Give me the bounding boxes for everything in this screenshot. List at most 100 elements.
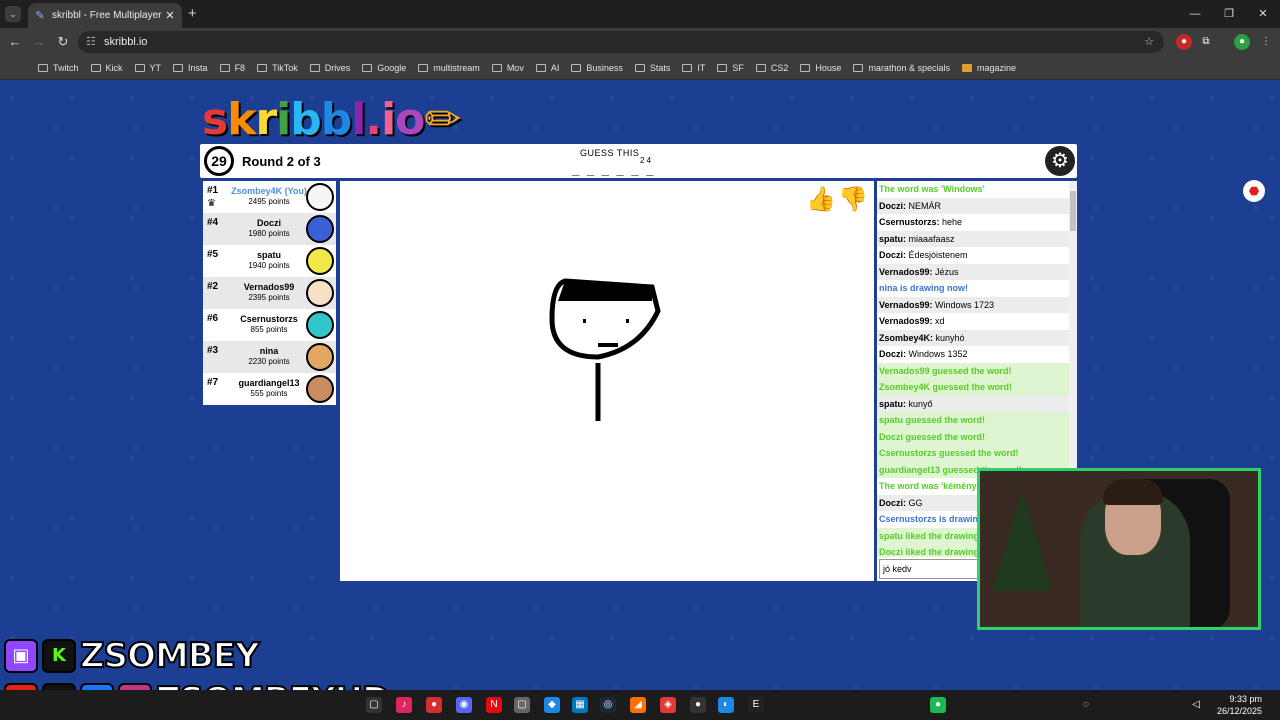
- bookmark-cs2[interactable]: CS2: [750, 58, 795, 78]
- taskbar-app-icon[interactable]: ●: [426, 697, 442, 713]
- minimize-icon[interactable]: —: [1178, 0, 1212, 28]
- bookmark-it[interactable]: IT: [676, 58, 711, 78]
- taskbar-clock[interactable]: 9:33 pm 26/12/2025: [1217, 693, 1262, 717]
- bookmark-label: Twitch: [53, 62, 79, 73]
- player-rank: #4: [207, 217, 219, 228]
- back-icon[interactable]: ←: [4, 34, 26, 49]
- url-text: skribbl.io: [104, 36, 148, 48]
- reload-icon[interactable]: ↻: [52, 34, 74, 50]
- netflix-icon[interactable]: N: [486, 697, 502, 713]
- folder-icon: [173, 63, 184, 72]
- player-list: #1 ♛ Zsombey4K (You) 2495 points #4 Docz…: [203, 181, 336, 405]
- bookmark-tiktok[interactable]: TikTok: [251, 58, 304, 78]
- bookmark-insta[interactable]: Insta: [167, 58, 214, 78]
- bookmark-ai[interactable]: AI: [530, 58, 566, 78]
- bookmark-marathon[interactable]: marathon & specials: [847, 58, 956, 78]
- chat-text: kunyő: [906, 398, 933, 409]
- taskbar-app-icon[interactable]: ▢: [514, 697, 530, 713]
- taskbar-app-icon[interactable]: ◢: [630, 697, 646, 713]
- chat-message: The word was 'Windows': [879, 184, 985, 194]
- chat-text: Jézus: [932, 266, 959, 277]
- taskbar-app-icon[interactable]: ◐: [718, 697, 734, 713]
- chat-text: miaaafaasz: [906, 233, 955, 244]
- kick-icon: K: [42, 639, 76, 673]
- bookmark-twitch[interactable]: Twitch: [32, 58, 85, 78]
- bookmark-mov[interactable]: Mov: [486, 58, 530, 78]
- close-tab-icon[interactable]: ✕: [164, 9, 176, 22]
- player-rank: #7: [207, 377, 219, 388]
- chat-message: Doczi: Édesjóistenem: [877, 247, 1069, 264]
- extension-icon[interactable]: ●: [1176, 34, 1192, 50]
- profile-avatar-icon[interactable]: ●: [1234, 34, 1250, 50]
- player-row[interactable]: #3 nina 2230 points: [203, 341, 336, 373]
- bookmark-magazine[interactable]: magazine: [956, 58, 1022, 78]
- tab-skribbl[interactable]: ✎ skribbl - Free Multiplayer Drawing ✕: [28, 3, 182, 28]
- volume-icon[interactable]: ◁: [1188, 697, 1204, 713]
- taskbar-app-icon[interactable]: ●: [690, 697, 706, 713]
- bookmark-sf[interactable]: SF: [711, 58, 750, 78]
- menu-icon[interactable]: ⋮: [1258, 34, 1274, 50]
- bookmark-google[interactable]: Google: [356, 58, 412, 78]
- bookmark-f8[interactable]: F8: [214, 58, 252, 78]
- folder-icon: [682, 63, 693, 72]
- player-row[interactable]: #7 guardiangel13 555 points: [203, 373, 336, 405]
- chat-text: Windows 1352: [906, 349, 968, 359]
- player-row[interactable]: #1 ♛ Zsombey4K (You) 2495 points: [203, 181, 336, 213]
- avatar: [306, 215, 334, 243]
- chat-message: spatu: miaaafaasz: [877, 230, 1069, 247]
- chat-message: spatu: kunyő: [877, 395, 1069, 412]
- player-rank: #3: [207, 345, 219, 356]
- bookmark-label: Business: [586, 62, 623, 73]
- bookmark-kick[interactable]: Kick: [85, 58, 129, 78]
- new-tab-button[interactable]: +: [188, 5, 197, 22]
- chat-username: Vernados99:: [879, 299, 933, 310]
- network-icon[interactable]: ◌: [1078, 697, 1094, 713]
- tab-search-icon[interactable]: ⌄: [5, 6, 21, 22]
- epic-games-icon[interactable]: E: [748, 697, 764, 713]
- chat-text: xd: [932, 316, 945, 326]
- taskbar-app-icon[interactable]: ▢: [366, 697, 382, 713]
- skribbl-page: skribbl.io✏ 29 Round 2 of 3 GUESS THIS _…: [0, 80, 1280, 690]
- player-row[interactable]: #2 Vernados99 2395 points: [203, 277, 336, 309]
- bookmark-label: TikTok: [272, 62, 298, 73]
- folder-icon: [362, 63, 373, 72]
- player-points: 2495 points: [248, 197, 290, 206]
- restore-icon[interactable]: ❐: [1212, 0, 1246, 28]
- chat-message: Vernados99: Jézus: [877, 263, 1069, 280]
- bookmark-label: Drives: [324, 62, 351, 73]
- drawing-canvas[interactable]: 👍 👎: [340, 181, 874, 581]
- taskbar-app-icon[interactable]: ◈: [660, 697, 676, 713]
- bookmark-house[interactable]: House: [794, 58, 847, 78]
- chat-text: NEMÁR: [906, 200, 942, 211]
- folder-icon: [257, 63, 268, 72]
- avatar: [306, 311, 334, 339]
- close-window-icon[interactable]: ✕: [1246, 0, 1280, 28]
- chat-message: Vernados99 guessed the word!: [877, 362, 1069, 379]
- taskbar-app-icon[interactable]: ▦: [572, 697, 588, 713]
- player-row[interactable]: #4 Doczi 1980 points: [203, 213, 336, 245]
- extensions-puzzle-icon[interactable]: ⧉: [1198, 34, 1214, 50]
- url-field[interactable]: ☷ skribbl.io ☆: [78, 31, 1164, 53]
- steam-icon[interactable]: ◎: [600, 697, 616, 713]
- taskbar-app-icon[interactable]: ◆: [544, 697, 560, 713]
- avatar: [306, 279, 334, 307]
- taskbar-app-icon[interactable]: ♪: [396, 697, 412, 713]
- player-name: spatu: [256, 250, 281, 260]
- chat-message: Zsombey4K: kunyhó: [877, 329, 1069, 346]
- bookmark-stats[interactable]: Stats: [629, 58, 677, 78]
- player-row[interactable]: #5 spatu 1940 points: [203, 245, 336, 277]
- player-row[interactable]: #6 Csernustorzs 855 points: [203, 309, 336, 341]
- settings-gear-icon[interactable]: ⚙: [1045, 146, 1075, 176]
- bookmark-business[interactable]: Business: [565, 58, 629, 78]
- bookmark-multistream[interactable]: multistream: [412, 58, 486, 78]
- twitch-icon: ▣: [4, 639, 38, 673]
- spotify-tray-icon[interactable]: ●: [930, 697, 946, 713]
- site-info-icon[interactable]: ☷: [86, 31, 96, 53]
- bookmark-drives[interactable]: Drives: [304, 58, 357, 78]
- player-name: Csernustorzs: [240, 314, 298, 324]
- pdf-extension-icon[interactable]: ⬣: [1243, 180, 1265, 202]
- bookmark-yt[interactable]: YT: [129, 58, 168, 78]
- discord-icon[interactable]: ◉: [456, 697, 472, 713]
- bookmark-star-icon[interactable]: ☆: [1144, 31, 1154, 53]
- forward-icon[interactable]: →: [28, 34, 50, 49]
